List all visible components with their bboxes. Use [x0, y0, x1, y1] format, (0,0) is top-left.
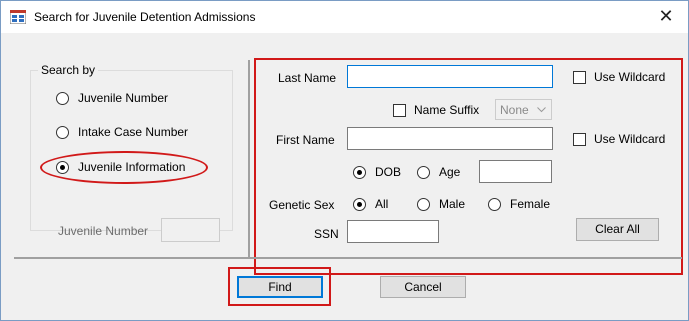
- first-name-label: First Name: [276, 133, 335, 147]
- radio-dob[interactable]: DOB: [353, 165, 401, 179]
- dialog-body: Search by Juvenile Number Intake Case Nu…: [1, 33, 688, 320]
- radio-dot-selected[interactable]: [353, 197, 366, 211]
- cancel-button[interactable]: Cancel: [380, 276, 466, 298]
- title-bar: Search for Juvenile Detention Admissions…: [1, 1, 688, 33]
- radio-dot[interactable]: [417, 165, 430, 179]
- radio-label: Intake Case Number: [78, 125, 189, 139]
- radio-dot[interactable]: [488, 197, 501, 211]
- last-name-label: Last Name: [278, 71, 337, 85]
- window-title: Search for Juvenile Detention Admissions: [34, 10, 256, 24]
- checkbox[interactable]: [573, 132, 586, 146]
- radio-label: Juvenile Number: [78, 91, 169, 105]
- name-suffix-checkbox[interactable]: Name Suffix: [393, 103, 479, 117]
- name-suffix-select[interactable]: None: [495, 99, 552, 120]
- close-button[interactable]: ✕: [644, 1, 688, 33]
- radio-dot[interactable]: [56, 91, 69, 105]
- first-name-field[interactable]: [347, 127, 553, 150]
- checkbox-label: Name Suffix: [414, 103, 480, 117]
- dialog-window: Search for Juvenile Detention Admissions…: [0, 0, 689, 321]
- checkbox[interactable]: [573, 70, 586, 84]
- use-wildcard-first-name[interactable]: Use Wildcard: [573, 132, 665, 146]
- last-name-field[interactable]: [347, 65, 553, 88]
- name-suffix-value: None: [500, 103, 529, 117]
- annotation-ellipse: [40, 151, 208, 184]
- radio-label: DOB: [375, 165, 402, 179]
- genetic-sex-label: Genetic Sex: [269, 198, 335, 212]
- checkbox-label: Use Wildcard: [594, 70, 666, 84]
- radio-sex-female[interactable]: Female: [488, 197, 550, 211]
- radio-label: Age: [439, 165, 461, 179]
- dob-age-field[interactable]: [479, 160, 552, 183]
- find-button[interactable]: Find: [237, 276, 323, 298]
- radio-label: All: [375, 197, 389, 211]
- chevron-down-icon: [537, 107, 546, 113]
- juvenile-number-label: Juvenile Number: [58, 224, 149, 238]
- radio-dot-selected[interactable]: [353, 165, 366, 179]
- juvenile-number-field[interactable]: [161, 218, 220, 242]
- radio-label: Male: [439, 197, 466, 211]
- horizontal-divider: [14, 257, 682, 259]
- close-icon: ✕: [658, 6, 674, 26]
- radio-dot[interactable]: [56, 125, 69, 139]
- vertical-divider: [248, 60, 250, 257]
- radio-dot[interactable]: [417, 197, 430, 211]
- radio-juvenile-number[interactable]: Juvenile Number: [56, 91, 168, 105]
- checkbox-label: Use Wildcard: [594, 132, 666, 146]
- checkbox[interactable]: [393, 103, 406, 117]
- radio-label: Female: [510, 197, 551, 211]
- radio-age[interactable]: Age: [417, 165, 460, 179]
- use-wildcard-last-name[interactable]: Use Wildcard: [573, 70, 665, 84]
- ssn-label: SSN: [314, 227, 339, 241]
- app-window-icon: [10, 10, 26, 24]
- ssn-field[interactable]: [347, 220, 439, 243]
- radio-sex-male[interactable]: Male: [417, 197, 465, 211]
- search-by-legend: Search by: [38, 63, 99, 77]
- annotation-rectangle: [254, 58, 683, 275]
- radio-sex-all[interactable]: All: [353, 197, 388, 211]
- radio-intake-case-number[interactable]: Intake Case Number: [56, 125, 188, 139]
- clear-all-button[interactable]: Clear All: [576, 218, 659, 241]
